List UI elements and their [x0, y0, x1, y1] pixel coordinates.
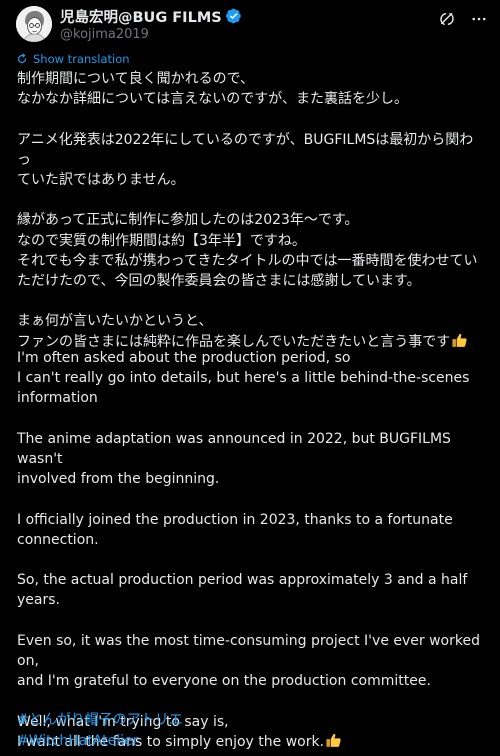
post-header: 児島宏明@BUG FILMS @kojima2019: [16, 6, 488, 46]
translate-icon: [17, 53, 27, 64]
post-paragraph: So, the actual production period was app…: [17, 572, 468, 609]
thumbs-up-emoji-icon: [326, 733, 341, 747]
more-options-icon[interactable]: [470, 10, 488, 28]
post-paragraph: 制作期間について良く聞かれるので、 なかなか詳細については言えないのですが、また…: [17, 71, 409, 108]
thumbs-up-emoji-icon: [452, 333, 467, 347]
header-actions: [438, 10, 488, 28]
post-text-japanese: 制作期間について良く聞かれるので、 なかなか詳細については言えないのですが、また…: [17, 69, 487, 352]
post-paragraph: アニメ化発表は2022年にしているのですが、BUGFILMSは最初から関わっ て…: [17, 131, 474, 188]
post-paragraph: I officially joined the production in 20…: [17, 511, 453, 548]
hashtag-list: #とんがり帽子のアトリエ #WitchHatAtelier: [17, 710, 183, 751]
post-text-english: I'm often asked about the production per…: [17, 348, 487, 752]
display-name[interactable]: 児島宏明@BUG FILMS: [60, 6, 222, 27]
post-paragraph: まぁ何が言いたいかというと、 ファンの皆さまには純粋に作品を楽しんでいただきたい…: [17, 313, 451, 350]
hashtag-link[interactable]: #とんがり帽子のアトリエ: [17, 710, 183, 731]
post-paragraph: Even so, it was the most time-consuming …: [17, 632, 480, 690]
post-paragraph: 縁があって正式に制作に参加したのは2023年〜です。 なので実質の制作期間は約【…: [17, 212, 478, 289]
grok-icon[interactable]: [438, 10, 456, 28]
hashtag-link[interactable]: #WitchHatAtelier: [17, 731, 183, 752]
post: 児島宏明@BUG FILMS @kojima2019 Show translat…: [0, 0, 500, 756]
author-info: 児島宏明@BUG FILMS @kojima2019: [60, 6, 242, 42]
avatar[interactable]: [16, 6, 52, 42]
show-translation-label[interactable]: Show translation: [33, 52, 130, 66]
avatar-portrait-icon: [16, 6, 52, 42]
show-translation-link[interactable]: Show translation: [16, 52, 130, 66]
post-paragraph: The anime adaptation was announced in 20…: [17, 430, 451, 488]
user-handle[interactable]: @kojima2019: [60, 27, 242, 42]
post-paragraph: I'm often asked about the production per…: [17, 350, 470, 407]
verified-badge-icon[interactable]: [225, 8, 242, 24]
post-paragraph-with-emoji: まぁ何が言いたいかというと、 ファンの皆さまには純粋に作品を楽しんでいただきたい…: [17, 311, 487, 351]
